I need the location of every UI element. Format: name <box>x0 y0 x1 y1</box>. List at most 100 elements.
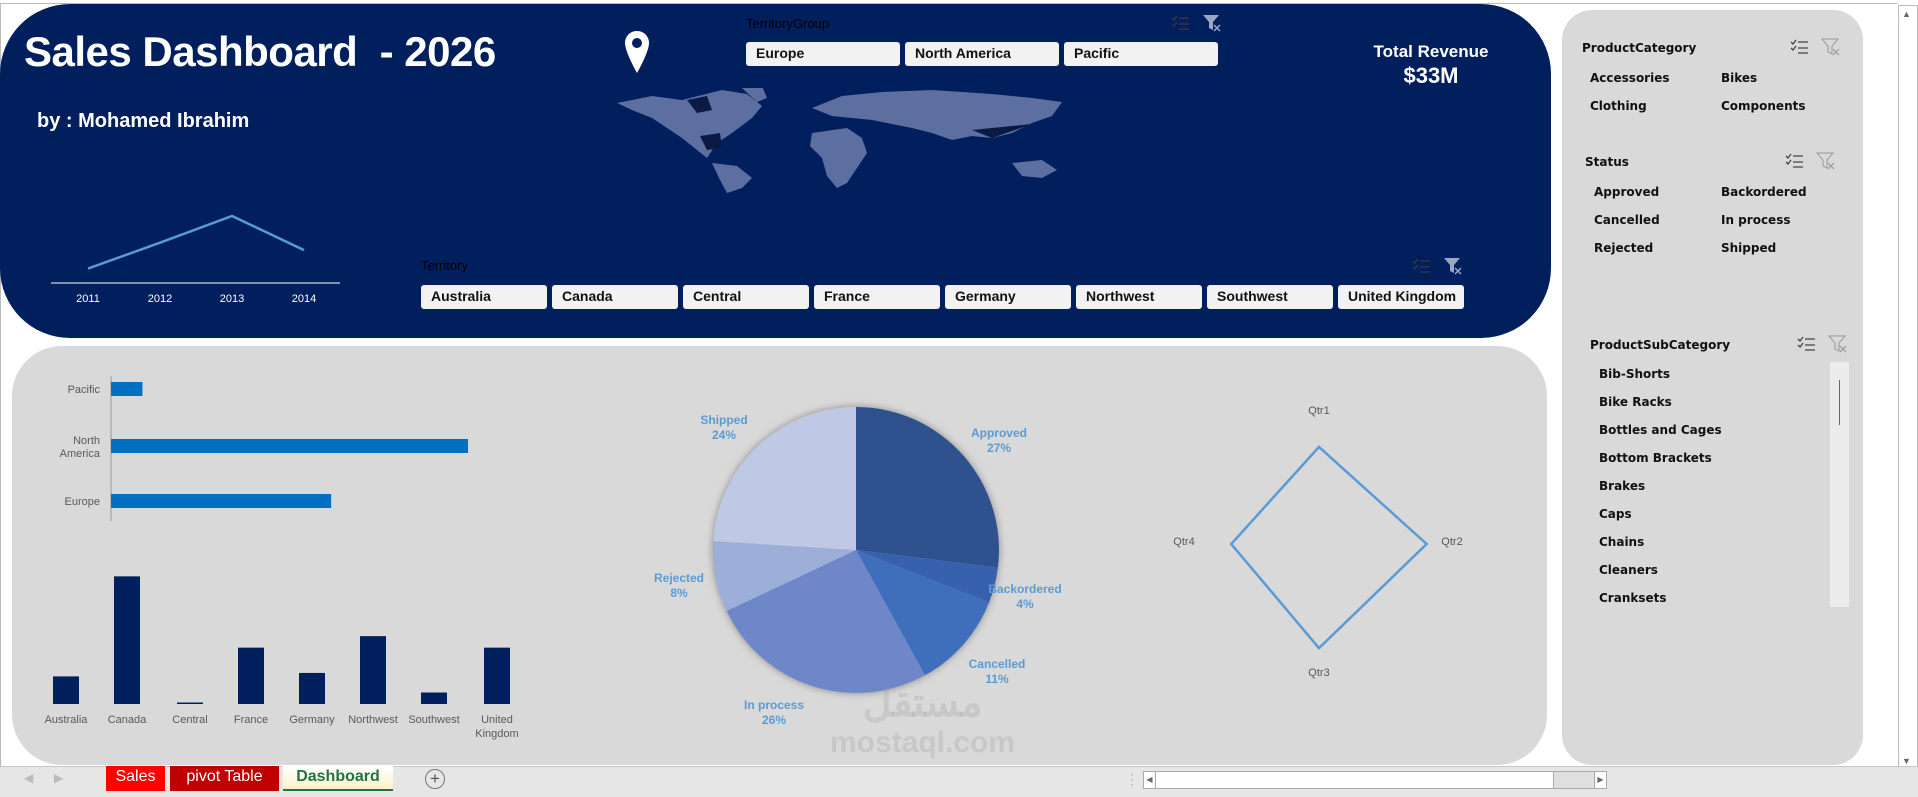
bar <box>299 672 325 704</box>
bar <box>111 382 143 396</box>
prev-sheet-icon[interactable]: ◀ <box>24 771 33 785</box>
pie-label: Shipped 24% <box>700 413 747 442</box>
clear-filter-icon[interactable] <box>1443 257 1463 275</box>
filter-item[interactable]: Bib-Shorts <box>1599 367 1670 381</box>
filters-panel <box>1562 10 1863 765</box>
filter-item[interactable]: Bottles and Cages <box>1599 423 1722 437</box>
scroll-down-icon[interactable]: ▼ <box>1902 756 1911 766</box>
line-series <box>87 214 305 270</box>
x-tick-label: Central <box>172 714 207 726</box>
scroll-left-icon[interactable]: ◀ <box>1144 772 1156 788</box>
x-tick-label: 2012 <box>148 293 172 305</box>
slicer-button[interactable]: Pacific <box>1064 42 1218 66</box>
clear-filter-icon[interactable] <box>1828 335 1848 353</box>
bar <box>421 692 447 704</box>
bar <box>111 439 469 453</box>
product-category-label: ProductCategory <box>1582 41 1697 55</box>
filter-item[interactable]: Cancelled <box>1594 213 1660 227</box>
radar-series <box>1229 445 1429 650</box>
bar <box>114 576 140 704</box>
slicer-button[interactable]: Southwest <box>1207 285 1333 309</box>
scroll-thumb[interactable] <box>1839 380 1840 425</box>
filter-item[interactable]: Bottom Brackets <box>1599 451 1712 465</box>
pie-label: Backordered 4% <box>988 582 1061 611</box>
filter-item[interactable]: Cleaners <box>1599 563 1658 577</box>
x-tick-label: Southwest <box>408 714 459 726</box>
clear-filter-icon[interactable] <box>1202 14 1222 32</box>
x-tick-label: Germany <box>289 714 335 726</box>
filter-item[interactable]: Cranksets <box>1599 591 1667 605</box>
year-line-chart: 2011 2012 2013 2014 <box>51 214 340 305</box>
add-sheet-icon[interactable]: + <box>425 769 445 789</box>
product-subcategory-label: ProductSubCategory <box>1590 338 1731 352</box>
radar-axis-label: Qtr1 <box>1308 405 1329 417</box>
slicer-button[interactable]: Northwest <box>1076 285 1202 309</box>
slicer-button[interactable]: United Kingdom <box>1338 285 1464 309</box>
x-tick-label: 2013 <box>220 293 244 305</box>
pie-label: In process 26% <box>744 698 804 727</box>
pie-label: Rejected 8% <box>654 571 704 600</box>
horizontal-scroll-thumb[interactable] <box>1156 772 1554 788</box>
bar <box>238 647 264 704</box>
world-map <box>617 88 1062 193</box>
location-pin-icon <box>625 31 649 73</box>
slicer-button[interactable]: Europe <box>746 42 900 66</box>
horizontal-scrollbar[interactable]: ◀ ▶ <box>1143 771 1607 789</box>
total-revenue-value: $33M <box>1403 63 1459 88</box>
filter-item[interactable]: Bike Racks <box>1599 395 1672 409</box>
filter-item[interactable]: Approved <box>1594 185 1659 199</box>
multi-select-icon[interactable] <box>1411 257 1431 275</box>
tab-sales[interactable]: Sales <box>106 766 165 791</box>
territory-group-label: TerritoryGroup <box>746 16 830 31</box>
filter-item[interactable]: Clothing <box>1590 99 1647 113</box>
bar <box>53 676 79 704</box>
x-tick-label: 2014 <box>292 293 316 305</box>
x-tick-label: United Kingdom <box>475 714 518 740</box>
filter-item[interactable]: Caps <box>1599 507 1632 521</box>
x-tick-label: Australia <box>45 714 89 726</box>
filter-item[interactable]: Brakes <box>1599 479 1645 493</box>
radar-axis-label: Qtr3 <box>1308 667 1329 679</box>
multi-select-icon[interactable] <box>1170 14 1190 32</box>
slicer-button[interactable]: Australia <box>421 285 547 309</box>
y-tick-label: Europe <box>65 496 100 508</box>
splitter-handle[interactable]: · · · <box>1130 768 1134 790</box>
filter-item[interactable]: Shipped <box>1721 241 1776 255</box>
slicer-button[interactable]: Germany <box>945 285 1071 309</box>
x-tick-label: Northwest <box>348 714 398 726</box>
scroll-up-icon[interactable]: ▲ <box>1902 9 1911 19</box>
x-tick-label: France <box>234 714 268 726</box>
radar-axis-label: Qtr2 <box>1441 536 1462 548</box>
tab-dashboard[interactable]: Dashboard <box>283 766 393 791</box>
multi-select-icon[interactable] <box>1784 152 1804 170</box>
slicer-button[interactable]: Canada <box>552 285 678 309</box>
clear-filter-icon[interactable] <box>1816 152 1836 170</box>
filter-item[interactable]: Chains <box>1599 535 1644 549</box>
bar <box>177 702 203 704</box>
scroll-right-icon[interactable]: ▶ <box>1594 772 1606 788</box>
next-sheet-icon[interactable]: ▶ <box>54 771 63 785</box>
slicer-button[interactable]: North America <box>905 42 1059 66</box>
x-tick-label: Canada <box>108 714 147 726</box>
bar <box>484 647 510 704</box>
filter-item[interactable]: In process <box>1721 213 1790 227</box>
filter-item[interactable]: Backordered <box>1721 185 1807 199</box>
multi-select-icon[interactable] <box>1796 335 1816 353</box>
filter-item[interactable]: Components <box>1721 99 1806 113</box>
slicer-button[interactable]: France <box>814 285 940 309</box>
bar <box>360 636 386 704</box>
y-tick-label: Pacific <box>68 384 101 396</box>
clear-filter-icon[interactable] <box>1821 38 1841 56</box>
filter-item[interactable]: Bikes <box>1721 71 1757 85</box>
territory-label: Territory <box>421 258 468 273</box>
watermark: مستقل mostaql.com <box>830 681 1016 759</box>
multi-select-icon[interactable] <box>1789 38 1809 56</box>
filter-item[interactable]: Accessories <box>1590 71 1670 85</box>
tab-pivot-table[interactable]: pivot Table <box>170 766 279 791</box>
filter-item[interactable]: Rejected <box>1594 241 1653 255</box>
radar-axis-label: Qtr4 <box>1173 536 1194 548</box>
slicer-button[interactable]: Central <box>683 285 809 309</box>
vertical-scrollbar[interactable]: ▲ ▼ <box>1898 5 1918 770</box>
pie-label: Approved 27% <box>971 426 1027 455</box>
author-label: by : Mohamed Ibrahim <box>37 110 250 132</box>
